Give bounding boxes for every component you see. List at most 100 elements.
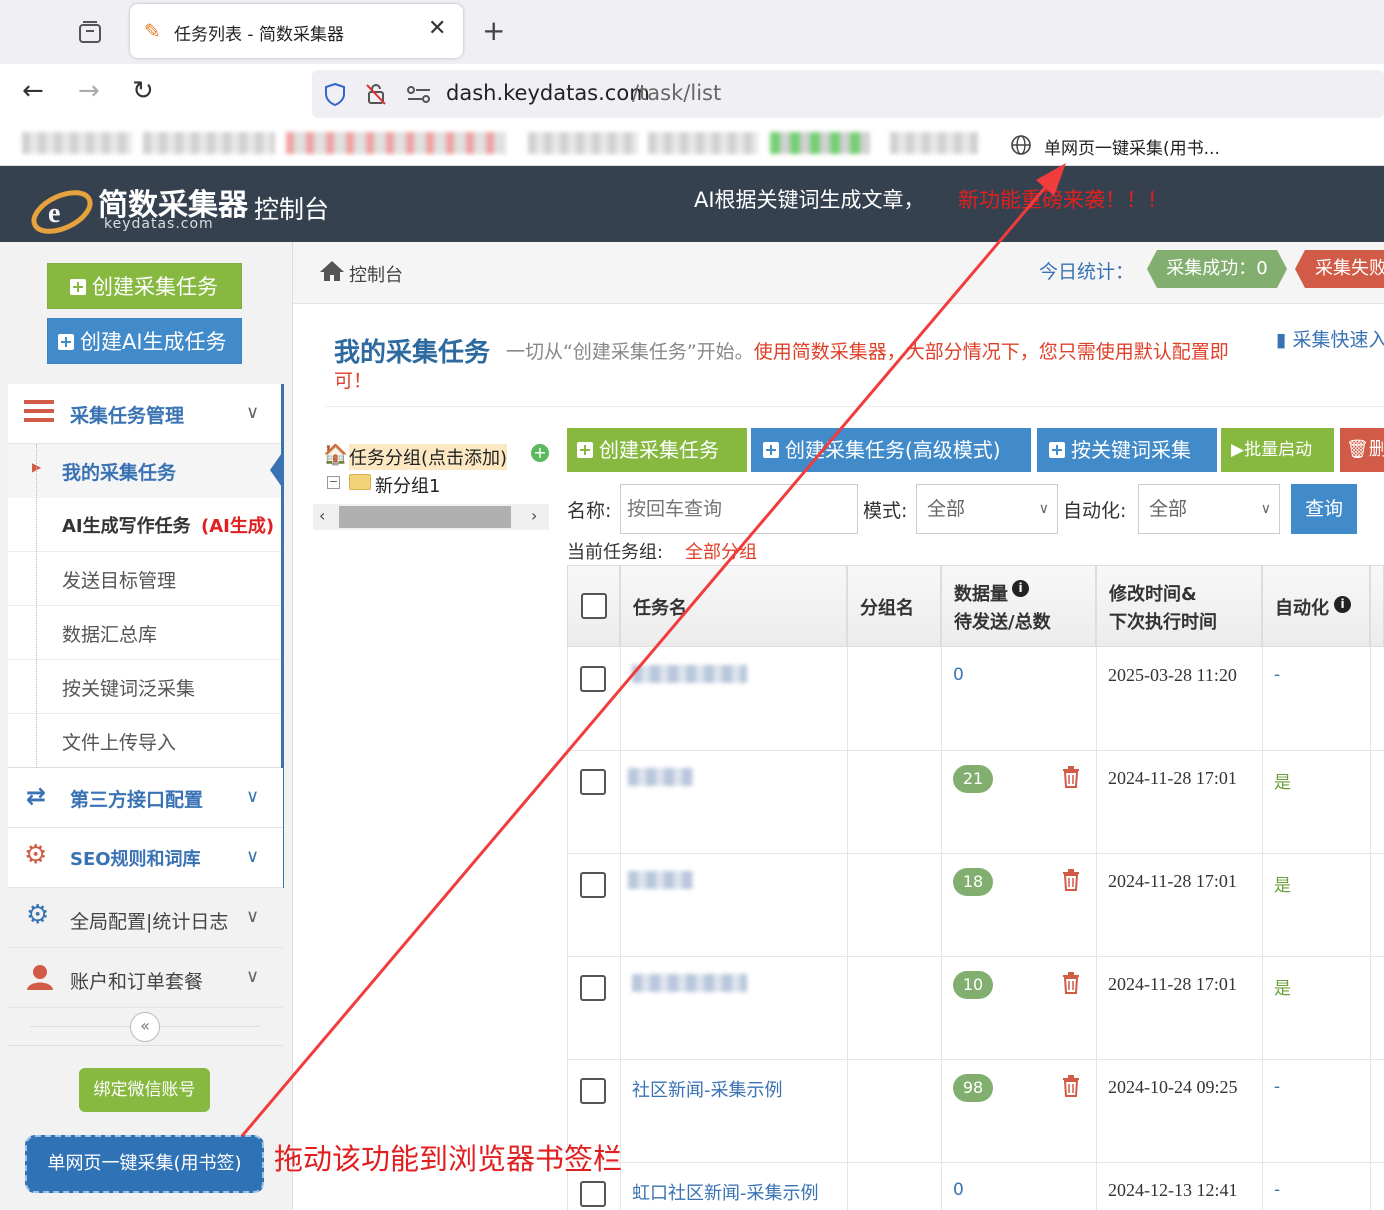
toolbar-keyword-collect-button[interactable]: 按关键词采集 — [1037, 428, 1217, 472]
auto-status: 是 — [1274, 979, 1291, 999]
task-name-link[interactable] — [628, 871, 693, 889]
toolbar-create-task-button[interactable]: 创建采集任务 — [567, 428, 747, 472]
bookmark-item[interactable] — [22, 132, 132, 154]
nav-item-keyword-collect[interactable]: 按关键词泛采集 — [8, 660, 283, 714]
toolbar-batch-start-button[interactable]: ▶批量启动 — [1221, 428, 1334, 472]
chevron-down-icon: ∨ — [246, 846, 260, 867]
back-icon[interactable]: ← — [22, 76, 44, 106]
header-data[interactable]: 数据量 i 待发送/总数 — [941, 565, 1096, 647]
row-checkbox[interactable] — [580, 872, 606, 898]
close-tab-icon[interactable]: ✕ — [428, 16, 446, 41]
trash-icon[interactable] — [1062, 766, 1080, 788]
header-name[interactable]: 任务名 — [620, 565, 847, 647]
filter-mode-select[interactable]: 全部 ∨ — [916, 484, 1058, 534]
current-group-value[interactable]: 全部分组 — [685, 538, 757, 564]
scroll-left-icon[interactable]: ‹ — [319, 506, 325, 525]
data-count-badge[interactable]: 98 — [953, 1074, 993, 1102]
task-name-link[interactable] — [632, 665, 747, 683]
tutorial-link[interactable]: ▮ 采集快速入门视频教程 — [1276, 326, 1384, 355]
bookmark-bookmarklet[interactable]: 单网页一键采集(用书... — [1044, 134, 1220, 159]
bookmark-item[interactable] — [528, 132, 638, 154]
nav-group-label: 采集任务管理 — [70, 405, 185, 427]
add-group-icon[interactable]: + — [531, 444, 549, 462]
task-name-link[interactable] — [628, 768, 693, 786]
url-field[interactable]: dash.keydatas.com /task/list — [312, 70, 1384, 118]
filter-auto-select[interactable]: 全部 ∨ — [1138, 484, 1280, 534]
nav-group-account[interactable]: 账户和订单套餐 ∨ — [8, 948, 283, 1008]
nav-group-global-config[interactable]: ⚙ 全局配置|统计日志 ∨ — [8, 888, 283, 948]
trash-icon[interactable] — [1062, 972, 1080, 994]
create-task-button[interactable]: 创建采集任务 — [47, 263, 242, 309]
bookmark-item[interactable] — [648, 132, 758, 154]
header-notice-highlight[interactable]: 新功能重磅来袭！！！ — [958, 184, 1168, 214]
tree-node-group1[interactable]: 新分组1 — [375, 472, 440, 498]
nav-group-seo[interactable]: ⚙ SEO规则和词库 ∨ — [8, 828, 283, 888]
bookmark-item[interactable] — [286, 132, 506, 154]
collapse-node-icon[interactable]: − — [327, 476, 340, 489]
bind-wechat-button[interactable]: 绑定微信账号 — [79, 1068, 210, 1112]
bookmark-item[interactable] — [770, 132, 870, 154]
svg-text:e: e — [48, 198, 60, 229]
tree-root[interactable]: 任务分组(点击添加) — [349, 444, 508, 470]
data-count[interactable]: 0 — [953, 665, 964, 685]
bookmarklet-button[interactable]: 单网页一键采集(用书签) — [25, 1135, 264, 1193]
plus-icon — [1049, 442, 1065, 458]
trash-icon[interactable] — [1062, 869, 1080, 891]
nav-item-send-targets[interactable]: 发送目标管理 — [8, 552, 283, 606]
toolbar-create-advanced-button[interactable]: 创建采集任务(高级模式) — [751, 428, 1031, 472]
favicon-icon: ✎ — [144, 19, 161, 43]
bookmark-item[interactable] — [890, 132, 978, 154]
row-checkbox[interactable] — [580, 769, 606, 795]
chevron-down-icon: ∨ — [246, 786, 260, 807]
tab-title: 任务列表 - 简数采集器 — [174, 25, 344, 45]
nav-item-file-import[interactable]: 文件上传导入 — [8, 714, 283, 768]
filter-name-input[interactable] — [620, 484, 858, 534]
row-checkbox[interactable] — [580, 666, 606, 692]
toolbar-delete-button[interactable]: 🗑删 — [1340, 428, 1384, 472]
data-count-badge[interactable]: 21 — [953, 765, 993, 793]
nav-group-task-management[interactable]: 采集任务管理 ∨ — [8, 384, 283, 444]
row-checkbox[interactable] — [580, 1181, 606, 1207]
browser-tabstrip: ✎ 任务列表 - 简数采集器 ✕ + — [0, 0, 1384, 64]
data-count[interactable]: 0 — [953, 1180, 964, 1200]
breadcrumb-home[interactable]: 控制台 — [349, 261, 403, 287]
browser-tab[interactable]: ✎ 任务列表 - 简数采集器 ✕ — [130, 4, 463, 58]
header-time[interactable]: 修改时间& 下次执行时间 — [1096, 565, 1262, 647]
tree-scrollbar[interactable]: ‹ › — [313, 504, 549, 530]
nav-item-data-library[interactable]: 数据汇总库 — [8, 606, 283, 660]
task-name-link[interactable]: 社区新闻-采集示例 — [632, 1076, 783, 1102]
tab-overview-icon[interactable] — [78, 20, 102, 44]
create-ai-task-button[interactable]: 创建AI生成任务 — [47, 318, 242, 364]
data-count-badge[interactable]: 10 — [953, 971, 993, 999]
info-icon[interactable]: i — [1334, 596, 1351, 613]
task-name-link[interactable]: 虹口社区新闻-采集示例 — [632, 1179, 819, 1205]
row-checkbox[interactable] — [580, 1078, 606, 1104]
chevron-down-icon: ∨ — [246, 966, 260, 987]
bookmark-item[interactable] — [143, 132, 275, 154]
trash-icon[interactable] — [1062, 1075, 1080, 1097]
row-checkbox[interactable] — [580, 975, 606, 1001]
new-tab-icon[interactable]: + — [482, 14, 505, 47]
header-auto[interactable]: 自动化 i — [1262, 565, 1370, 647]
query-button[interactable]: 查询 — [1291, 484, 1357, 534]
current-group-label: 当前任务组: — [567, 542, 664, 563]
insecure-lock-icon[interactable] — [364, 82, 388, 106]
nav-group-third-party[interactable]: ⇄ 第三方接口配置 ∨ — [8, 768, 283, 828]
shield-icon[interactable] — [324, 82, 346, 106]
reload-icon[interactable]: ↻ — [132, 76, 154, 106]
forward-icon[interactable]: → — [78, 76, 100, 106]
scroll-thumb[interactable] — [339, 506, 511, 528]
task-name-link[interactable] — [632, 974, 747, 992]
header-group[interactable]: 分组名 — [847, 565, 941, 647]
nav-item-my-tasks[interactable]: ▶ 我的采集任务 — [8, 444, 284, 498]
page-settings-icon[interactable] — [406, 84, 432, 104]
logo-icon[interactable]: e — [28, 178, 100, 234]
plus-icon — [58, 334, 74, 350]
select-all-checkbox[interactable] — [581, 593, 607, 619]
info-icon[interactable]: i — [1012, 580, 1029, 597]
nav-item-ai-writing[interactable]: AI生成写作任务 (AI生成) — [8, 498, 283, 552]
collapse-sidebar-icon[interactable]: « — [130, 1012, 160, 1042]
home-icon[interactable] — [319, 260, 345, 282]
scroll-right-icon[interactable]: › — [531, 506, 537, 525]
data-count-badge[interactable]: 18 — [953, 868, 993, 896]
